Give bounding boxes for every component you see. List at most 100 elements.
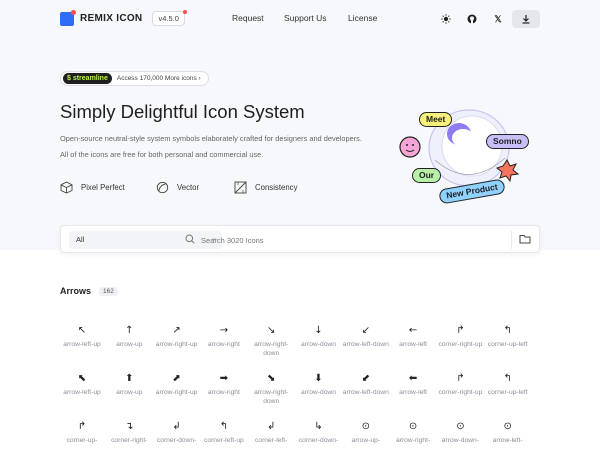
hero-illustration: Meet Somno Our New Product	[397, 100, 537, 210]
streamline-promo[interactable]: $ streamline Access 170,000 More icons ›	[60, 71, 209, 86]
icon-card[interactable]: ↙ arrow-left-down	[341, 324, 391, 350]
tag-meet: Meet	[419, 112, 453, 127]
icon-card[interactable]: ↘ arrow-right-down	[246, 324, 296, 358]
arrow-glyph-icon: ↲	[172, 421, 181, 432]
icon-card[interactable]: ⊙ arrow-left-	[483, 420, 533, 446]
arrow-glyph-icon: ⬅	[408, 373, 418, 384]
icon-card[interactable]: ↱ corner-right-up	[435, 324, 485, 350]
icon-name: arrow-left	[399, 389, 428, 396]
icon-name: arrow-right-	[396, 437, 431, 444]
icon-card[interactable]: → arrow-right	[199, 324, 249, 350]
nav-support-us[interactable]: Support Us	[284, 13, 327, 23]
icon-card[interactable]: ↳ corner-down-	[294, 420, 344, 446]
icon-name: arrow-right-down	[254, 341, 289, 357]
icon-card[interactable]: ↰ corner-up-left	[483, 372, 533, 398]
feature-label: Consistency	[255, 183, 298, 192]
icon-name: arrow-right-up	[155, 389, 198, 396]
arrow-glyph-icon: ➡	[219, 373, 229, 384]
x-social-button[interactable]: 𝕏	[489, 10, 507, 28]
arrow-glyph-icon: ↱	[77, 421, 87, 432]
icon-name: arrow-down	[301, 389, 336, 396]
icon-card[interactable]: ↖ arrow-left-up	[57, 324, 107, 350]
icon-card[interactable]: ⬇ arrow-down	[294, 372, 344, 398]
arrow-glyph-icon: ⊙	[503, 421, 512, 432]
arrow-glyph-icon: ↳	[314, 421, 323, 432]
brand-name: REMIX ICON	[80, 13, 143, 24]
icon-card[interactable]: ↱ corner-up-	[57, 420, 107, 446]
icon-card[interactable]: ↴ corner-right-	[104, 420, 154, 446]
icon-name: corner-up-	[66, 437, 98, 444]
folder-icon[interactable]	[519, 233, 531, 245]
arrow-glyph-icon: ↱	[456, 325, 465, 336]
icon-card[interactable]: ⬋ arrow-left-down	[341, 372, 391, 398]
icon-name: corner-left-	[255, 437, 288, 444]
arrow-glyph-icon: ⬇	[314, 373, 323, 384]
arrow-glyph-icon: →	[219, 325, 229, 336]
nav-license[interactable]: License	[348, 13, 377, 23]
icon-name: corner-right-up	[438, 389, 483, 396]
arrow-glyph-icon: ⊙	[456, 421, 465, 432]
arrow-glyph-icon: ⬆	[125, 373, 134, 384]
icon-card[interactable]: ↗ arrow-right-up	[152, 324, 202, 350]
icon-name: arrow-left-up	[63, 341, 101, 348]
icon-card[interactable]: ↰ corner-up-left	[483, 324, 533, 350]
icon-card[interactable]: ➡ arrow-right	[199, 372, 249, 398]
search-input[interactable]	[201, 232, 491, 248]
icon-name: arrow-left-	[492, 437, 523, 444]
arrow-glyph-icon: ⬈	[172, 373, 181, 384]
nav-request[interactable]: Request	[232, 13, 264, 23]
download-icon	[522, 15, 530, 24]
category-select[interactable]: All ⌄	[69, 231, 222, 249]
icon-name: corner-left-up	[204, 437, 244, 444]
icon-name: arrow-left-down	[342, 389, 389, 396]
version-badge[interactable]: v4.5.0	[152, 10, 188, 26]
icon-card[interactable]: ⬆ arrow-up	[104, 372, 154, 398]
arrow-glyph-icon: ←	[408, 325, 418, 336]
icon-card[interactable]: ⬉ arrow-left-up	[57, 372, 107, 398]
tag-somno: Somno	[486, 134, 529, 149]
grid-ruler-icon	[234, 181, 247, 194]
arrow-glyph-icon: ↱	[456, 373, 465, 384]
icon-card[interactable]: ⬊ arrow-right-down	[246, 372, 296, 406]
logo[interactable]: REMIX ICON v4.5.0	[60, 9, 188, 26]
promo-text: Access 170,000 More icons ›	[116, 75, 201, 82]
remix-logo-icon	[60, 9, 76, 26]
feature-vector: Vector	[156, 181, 199, 194]
streamline-badge: $ streamline	[63, 73, 112, 84]
theme-toggle-button[interactable]	[437, 10, 455, 28]
download-button[interactable]	[512, 10, 540, 28]
vector-icon	[156, 181, 169, 194]
icon-card[interactable]: ⬈ arrow-right-up	[152, 372, 202, 398]
github-button[interactable]	[463, 10, 481, 28]
arrow-glyph-icon: ↖	[77, 325, 87, 336]
icon-card[interactable]: ↱ corner-right-up	[435, 372, 485, 398]
icon-card[interactable]: ↓ arrow-down	[294, 324, 344, 350]
icon-card[interactable]: ← arrow-left	[388, 324, 438, 350]
icon-name: arrow-up	[116, 341, 143, 348]
top-header: REMIX ICON v4.5.0 Request Support Us Lic…	[0, 0, 600, 38]
sun-icon	[441, 14, 451, 24]
arrow-glyph-icon: ⊙	[408, 421, 418, 432]
feature-label: Pixel Perfect	[81, 183, 125, 192]
icon-card[interactable]: ↰ corner-left-up	[199, 420, 249, 446]
hero-description-line-1: Open-source neutral-style system symbols…	[60, 134, 362, 143]
icon-card[interactable]: ⊙ arrow-down-	[435, 420, 485, 446]
category-title: Arrows	[60, 286, 92, 296]
icon-card[interactable]: ↑ arrow-up	[104, 324, 154, 350]
icon-name: arrow-left-down	[342, 341, 389, 348]
icon-name: arrow-down	[301, 341, 336, 348]
icon-name: corner-right-up	[438, 341, 483, 348]
search-icon	[185, 234, 195, 244]
icon-card[interactable]: ↲ corner-left-	[246, 420, 296, 446]
icon-name: arrow-right-up	[155, 341, 198, 348]
arrow-glyph-icon: ↓	[314, 325, 323, 336]
icon-card[interactable]: ⊙ arrow-right-	[388, 420, 438, 446]
icon-name: arrow-right	[207, 389, 240, 396]
arrow-glyph-icon: ↰	[503, 325, 512, 336]
icon-name: arrow-left-up	[63, 389, 101, 396]
search-bar: All ⌄	[60, 225, 540, 253]
icon-name: arrow-left	[399, 341, 428, 348]
icon-card[interactable]: ↲ corner-down-	[152, 420, 202, 446]
icon-card[interactable]: ⊙ arrow-up-	[341, 420, 391, 446]
icon-card[interactable]: ⬅ arrow-left	[388, 372, 438, 398]
